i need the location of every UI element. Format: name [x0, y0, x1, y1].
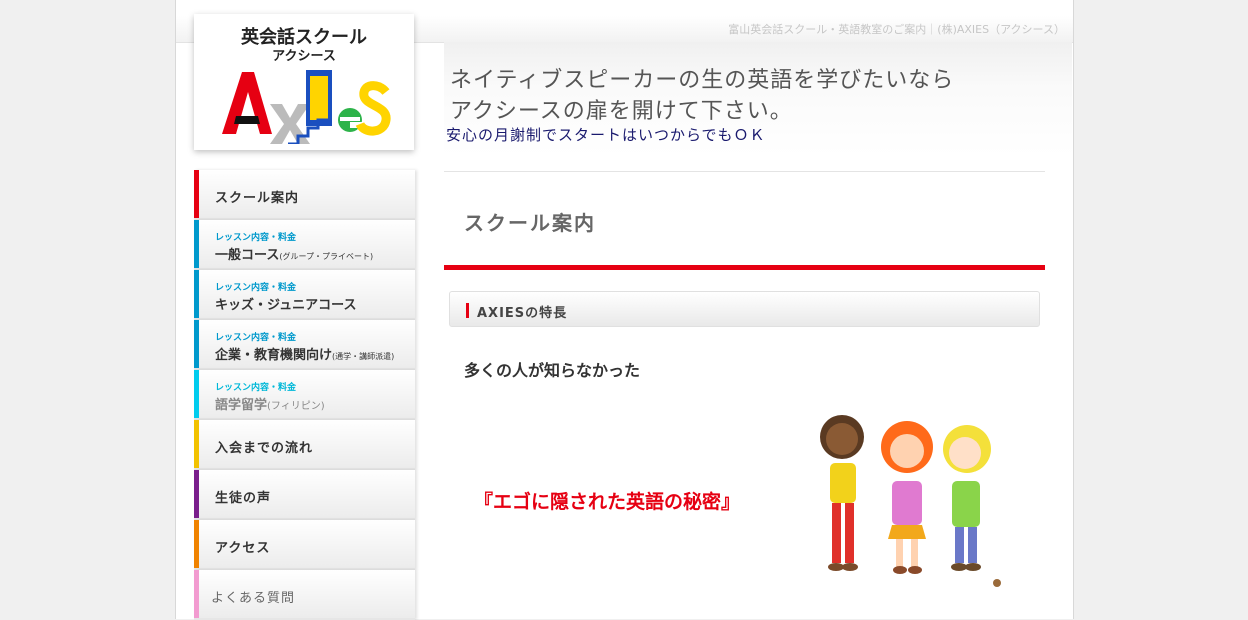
- sidebar-nav: スクール案内 レッスン内容・料金 一般コース(グループ・プライベート) レッスン…: [194, 170, 415, 620]
- site-logo[interactable]: 英会話スクール アクシース: [194, 14, 414, 150]
- sidebar-item-label: 企業・教育機関向け(通学・講師派遣): [215, 348, 395, 363]
- sidebar-item-access[interactable]: アクセス: [194, 520, 415, 570]
- sidebar-item-school-info[interactable]: スクール案内: [194, 170, 415, 220]
- sidebar-item-color-bar: [194, 520, 199, 568]
- kids-illustration: [820, 415, 1001, 587]
- sidebar-item-label: 生徒の声: [215, 491, 272, 506]
- sidebar-item-tag: レッスン内容・料金: [215, 383, 297, 393]
- sidebar-item-color-bar: [194, 170, 199, 218]
- sidebar-item-note: (通学・講師派遣): [332, 352, 395, 361]
- hero-headline-line1: ネイティブスピーカーの生の英語を学びたいなら: [450, 68, 955, 93]
- sidebar-item-label: スクール案内: [215, 191, 300, 206]
- sidebar-item-label: 一般コース(グループ・プライベート): [215, 248, 374, 263]
- title-underline: [444, 265, 1045, 270]
- sidebar-item-tag: レッスン内容・料金: [215, 233, 297, 243]
- sidebar-item-color-bar: [194, 370, 199, 418]
- page-title: スクール案内: [464, 211, 596, 235]
- sidebar-item-student-voices[interactable]: 生徒の声: [194, 470, 415, 520]
- section-heading-marker: [466, 303, 469, 318]
- hero-headline-line2: アクシースの扉を開けて下さい。: [450, 99, 793, 124]
- sidebar-item-note: (グループ・プライベート): [279, 252, 374, 261]
- sidebar-item-tag: レッスン内容・料金: [215, 283, 297, 293]
- sidebar-item-label: 語学留学(フィリピン): [215, 398, 325, 413]
- sidebar-item-color-bar: [194, 570, 199, 618]
- axies-logo-mark: [222, 70, 391, 144]
- sidebar-item-color-bar: [194, 270, 199, 318]
- sidebar-item-label: 入会までの流れ: [215, 441, 314, 456]
- sidebar-item-kids-junior[interactable]: レッスン内容・料金 キッズ・ジュニアコース: [194, 270, 415, 320]
- sidebar-item-note: (フィリピン): [267, 401, 325, 412]
- sidebar-item-label: よくある質問: [211, 591, 296, 606]
- sidebar-item-color-bar: [194, 320, 199, 368]
- sidebar-item-tag: レッスン内容・料金: [215, 333, 297, 343]
- sidebar-item-color-bar: [194, 420, 199, 468]
- header-breadcrumb: 富山英会話スクール・英語教室のご案内｜(株)AXIES（アクシース）: [728, 23, 1065, 36]
- sidebar-item-general-course[interactable]: レッスン内容・料金 一般コース(グループ・プライベート): [194, 220, 415, 270]
- sidebar-item-color-bar: [194, 470, 199, 518]
- section-heading-text: AXIESの特長: [477, 306, 568, 321]
- sidebar-item-label: アクセス: [215, 541, 271, 556]
- sidebar-item-color-bar: [194, 220, 199, 268]
- page-container: 富山英会話スクール・英語教室のご案内｜(株)AXIES（アクシース） 英会話スク…: [175, 0, 1074, 620]
- sidebar-item-study-abroad[interactable]: レッスン内容・料金 語学留学(フィリピン): [194, 370, 415, 420]
- hero-subtext: 安心の月謝制でスタートはいつからでもＯＫ: [446, 126, 766, 144]
- sidebar-item-enrollment-flow[interactable]: 入会までの流れ: [194, 420, 415, 470]
- section-heading: AXIESの特長: [449, 291, 1040, 327]
- hero-banner: ネイティブスピーカーの生の英語を学びたいなら アクシースの扉を開けて下さい。 安…: [444, 42, 1072, 156]
- sidebar-item-label: キッズ・ジュニアコース: [215, 298, 357, 313]
- divider: [444, 171, 1045, 172]
- sidebar-item-faq[interactable]: よくある質問: [194, 570, 415, 620]
- lead-text: 多くの人が知らなかった: [464, 361, 641, 380]
- highlight-text: 『エゴに隠された英語の秘密』: [474, 491, 741, 513]
- sidebar-item-corporate[interactable]: レッスン内容・料金 企業・教育機関向け(通学・講師派遣): [194, 320, 415, 370]
- logo-subtitle: アクシース: [272, 49, 336, 64]
